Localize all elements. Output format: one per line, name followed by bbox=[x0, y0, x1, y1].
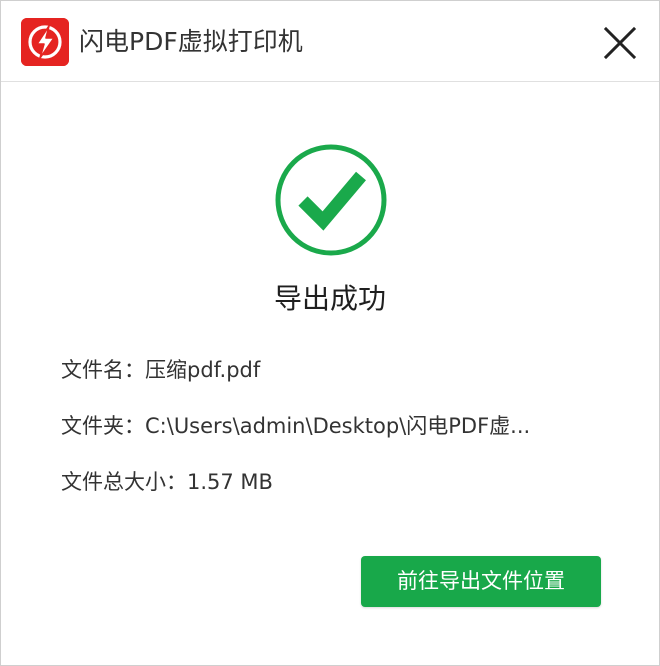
file-size-value: 1.57 MB bbox=[187, 470, 273, 494]
status-title: 导出成功 bbox=[273, 282, 386, 315]
file-name-row: 文件名：压缩pdf.pdf bbox=[61, 354, 260, 386]
close-button[interactable] bbox=[597, 20, 643, 66]
success-check-icon bbox=[275, 144, 387, 256]
window-title: 闪电PDF虚拟打印机 bbox=[79, 27, 303, 56]
folder-label: 文件夹： bbox=[61, 414, 145, 438]
file-name-value: 压缩pdf.pdf bbox=[145, 358, 261, 382]
open-export-location-button[interactable]: 前往导出文件位置 bbox=[361, 556, 601, 607]
file-name-label: 文件名： bbox=[61, 358, 145, 382]
file-size-row: 文件总大小：1.57 MB bbox=[61, 466, 273, 498]
folder-row: 文件夹：C:\Users\admin\Desktop\闪电PDF虚... bbox=[61, 410, 530, 442]
app-logo-icon bbox=[21, 18, 69, 66]
title-bar[interactable]: 闪电PDF虚拟打印机 bbox=[1, 1, 659, 82]
export-success-dialog: 闪电PDF虚拟打印机 导出成功 文件名：压缩pdf.pdf 文件夹：C:\Use… bbox=[0, 0, 660, 666]
file-size-label: 文件总大小： bbox=[61, 470, 187, 494]
folder-path-value: C:\Users\admin\Desktop\闪电PDF虚... bbox=[145, 414, 531, 438]
close-icon bbox=[603, 26, 637, 60]
